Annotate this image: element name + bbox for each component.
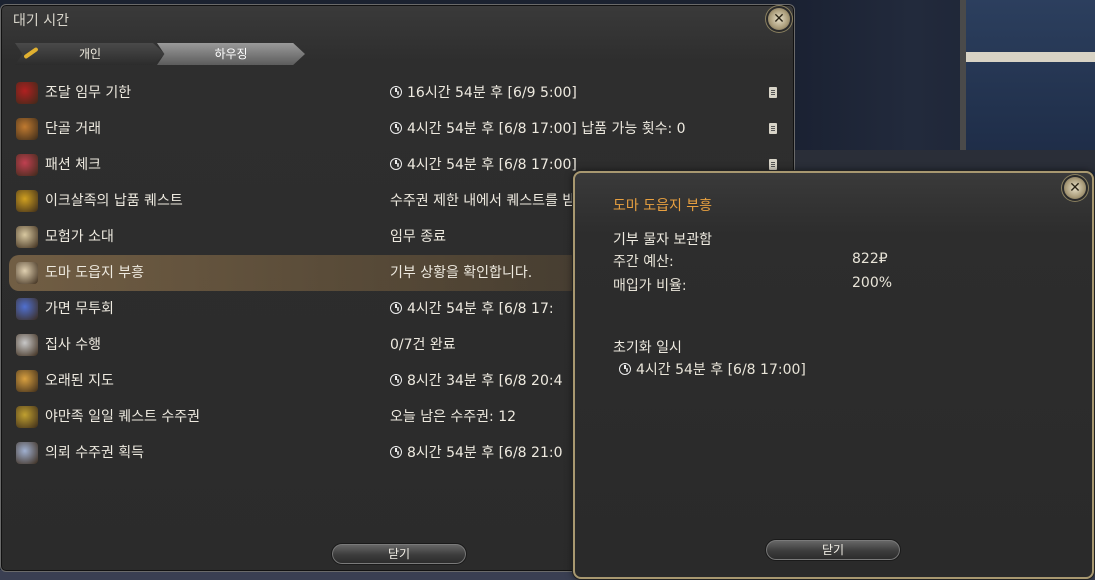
list-item-value-text: 기부 상황을 확인합니다.: [390, 265, 533, 281]
donation-box-heading: 기부 물자 보관함: [613, 232, 713, 248]
list-item-name: 모험가 소대: [45, 229, 114, 245]
clock-icon: [390, 302, 402, 314]
list-item-name: 패션 체크: [45, 157, 101, 173]
list-item-value-text: 16시간 54분 후 [6/9 5:00]: [407, 85, 577, 101]
list-item-value: 8시간 34분 후 [6/8 20:4: [390, 363, 562, 399]
ixal-icon: [16, 190, 38, 212]
list-item-name: 의뢰 수주권 획득: [45, 445, 145, 461]
squadron-icon: [16, 226, 38, 248]
reset-time-heading: 초기화 일시: [613, 340, 682, 356]
list-item-value-text: 4시간 54분 후 [6/8 17:00]: [407, 157, 577, 173]
list-item-value-text: 4시간 54분 후 [6/8 17:00] 납품 가능 횟수: 0: [407, 121, 686, 137]
bell-icon: [16, 334, 38, 356]
detail-popup: ✕ 도마 도읍지 부흥 기부 물자 보관함 주간 예산: 822₽ 매입가 비율…: [573, 171, 1094, 579]
list-item-value-text: 임무 종료: [390, 229, 446, 245]
rose-icon: [16, 154, 38, 176]
doman-scroll-icon: [16, 262, 38, 284]
list-item-value-text: 4시간 54분 후 [6/8 17:: [407, 301, 554, 317]
close-button[interactable]: 닫기: [331, 543, 467, 565]
list-item-value-text: 0/7건 완료: [390, 337, 456, 353]
clock-icon: [390, 374, 402, 386]
list-item-name: 오래된 지도: [45, 373, 114, 389]
list-item-value-text: 오늘 남은 수주권: 12: [390, 409, 517, 425]
weekly-budget-value: 822₽: [852, 251, 888, 267]
list-item-value-text: 수주권 제한 내에서 퀘스트를 받: [390, 193, 576, 209]
window-close-icon[interactable]: ✕: [768, 8, 790, 30]
detail-title: 도마 도읍지 부흥: [613, 198, 713, 214]
list-item-value: 4시간 54분 후 [6/8 17:00] 납품 가능 횟수: 0: [390, 111, 686, 147]
tab-housing[interactable]: 하우징: [157, 43, 305, 65]
memo-icon[interactable]: [769, 159, 777, 170]
clock-icon: [390, 122, 402, 134]
memo-icon[interactable]: [769, 123, 777, 134]
list-item-name: 단골 거래: [45, 121, 101, 137]
background-rail: [795, 150, 1095, 172]
list-item-value: 수주권 제한 내에서 퀘스트를 받: [390, 183, 575, 219]
clock-icon: [390, 446, 402, 458]
supply-mission-icon: [16, 82, 38, 104]
list-item-value: 임무 종료: [390, 219, 446, 255]
list-item[interactable]: 단골 거래 4시간 54분 후 [6/8 17:00] 납품 가능 횟수: 0: [9, 111, 791, 147]
list-item-name: 도마 도읍지 부흥: [45, 265, 145, 281]
beast-tribe-icon: [16, 406, 38, 428]
purchase-rate-value: 200%: [852, 275, 893, 291]
clock-icon: [390, 86, 402, 98]
treasure-map-icon: [16, 370, 38, 392]
list-item-name: 조달 임무 기한: [45, 85, 132, 101]
weekly-budget-label: 주간 예산:: [613, 254, 674, 270]
reset-time: 4시간 54분 후 [6/8 17:00]: [619, 359, 806, 379]
clock-icon: [390, 158, 402, 170]
list-item-name: 이크살족의 납품 퀘스트: [45, 193, 183, 209]
purchase-rate-label: 매입가 비율:: [613, 278, 687, 294]
list-item[interactable]: 조달 임무 기한 16시간 54분 후 [6/9 5:00]: [9, 75, 791, 111]
list-item-name: 가면 무투회: [45, 301, 114, 317]
list-item-value: 4시간 54분 후 [6/8 17:: [390, 291, 554, 327]
list-item-value: 기부 상황을 확인합니다.: [390, 255, 532, 291]
list-item-value: 8시간 54분 후 [6/8 21:0: [390, 435, 562, 471]
tab-bar: 개인 하우징: [15, 43, 315, 65]
window-title: 대기 시간: [13, 13, 69, 29]
custom-delivery-icon: [16, 118, 38, 140]
popup-close-icon[interactable]: ✕: [1064, 177, 1086, 199]
list-item-value: 0/7건 완료: [390, 327, 456, 363]
list-item-value: 16시간 54분 후 [6/9 5:00]: [390, 75, 577, 111]
reset-time-value: 4시간 54분 후 [6/8 17:00]: [636, 362, 806, 378]
list-item-value: 4시간 54분 후 [6/8 17:00]: [390, 147, 577, 183]
list-item-name: 집사 수행: [45, 337, 101, 353]
clock-icon: [619, 363, 631, 375]
list-item-name: 야만족 일일 퀘스트 수주권: [45, 409, 201, 425]
list-item-value-text: 8시간 54분 후 [6/8 21:0: [407, 445, 563, 461]
list-item-value: 오늘 남은 수주권: 12: [390, 399, 516, 435]
memo-icon[interactable]: [769, 87, 777, 98]
masked-carnivale-icon: [16, 298, 38, 320]
popup-close-button[interactable]: 닫기: [765, 539, 901, 561]
allowance-icon: [16, 442, 38, 464]
tab-personal[interactable]: 개인: [15, 43, 165, 65]
list-item-value-text: 8시간 34분 후 [6/8 20:4: [407, 373, 563, 389]
